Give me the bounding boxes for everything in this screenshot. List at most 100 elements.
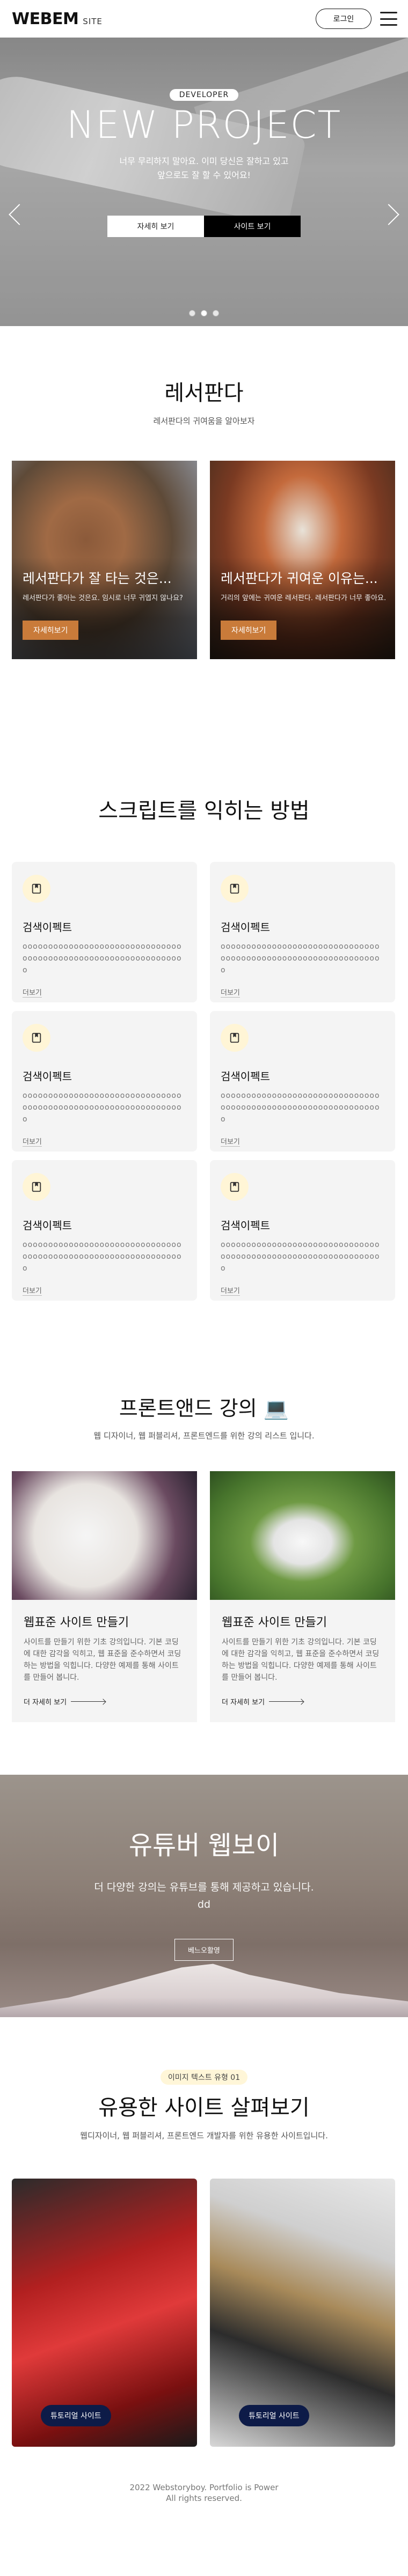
footer-copyright: 2022 Webstoryboy. Portfolio is Power (129, 2483, 279, 2492)
script-card-more-link[interactable]: 더보기 (221, 987, 240, 998)
frontend-section-description: 웹 디자이너, 웹 퍼블리셔, 프론트엔드를 위한 강의 리스트 입니다. (93, 1431, 315, 1441)
course-card-more-link[interactable]: 더 자세히 보기 (222, 1696, 383, 1707)
panda-card-text: 레서판다가 귀여운 이유는... 거리의 앞에는 귀여운 레서판다. 레서판다가… (221, 568, 387, 640)
logo-main-text: WEBEM (12, 9, 79, 28)
course-card[interactable]: 웹표준 사이트 만들기 사이트를 만들기 위한 기초 강의입니다. 기본 코딩에… (12, 1471, 197, 1722)
sites-section: 이미지 텍스트 유형 01 유용한 사이트 살펴보기 웹디자이너, 웹 퍼블리셔… (0, 2017, 408, 2447)
bookmark-icon (23, 875, 50, 903)
hero-detail-button[interactable]: 자세히 보기 (107, 216, 204, 237)
course-card[interactable]: 웹표준 사이트 만들기 사이트를 만들기 위한 기초 강의입니다. 기본 코딩에… (210, 1471, 395, 1722)
course-card-more-label: 더 자세히 보기 (222, 1699, 265, 1707)
script-card-description: oooooooooooooooooooooooooooooooooooooooo… (221, 942, 380, 975)
bookmark-icon (221, 1024, 249, 1052)
script-card-more-link[interactable]: 더보기 (23, 1136, 42, 1147)
script-card-more-link[interactable]: 더보기 (23, 1285, 42, 1296)
site-footer: 2022 Webstoryboy. Portfolio is Power All… (0, 2482, 408, 2525)
script-card: 검색이펙트 oooooooooooooooooooooooooooooooooo… (12, 1011, 197, 1152)
sites-section-badge: 이미지 텍스트 유형 01 (160, 2070, 248, 2085)
site-card[interactable]: 튜토리얼 사이트 (12, 2179, 197, 2447)
script-card-description: oooooooooooooooooooooooooooooooooooooooo… (221, 1091, 380, 1124)
panda-card-button[interactable]: 자세히보기 (221, 621, 277, 640)
course-card-body: 웹표준 사이트 만들기 사이트를 만들기 위한 기초 강의입니다. 기본 코딩에… (12, 1600, 197, 1719)
course-card-more-label: 더 자세히 보기 (24, 1699, 67, 1707)
script-card-more-link[interactable]: 더보기 (23, 987, 42, 998)
youtube-banner-content: 유튜버 웹보이 더 다양한 강의는 유튜브를 통해 제공하고 있습니다. dd … (0, 1824, 408, 1961)
course-card-description: 사이트를 만들기 위한 기초 강의입니다. 기본 코딩에 대한 감각을 익히고,… (24, 1638, 181, 1682)
panda-card-description: 레서판다가 좋아는 것은요. 임시로 너무 귀엽지 않나요? (23, 594, 183, 602)
slider-dot-active[interactable] (201, 310, 207, 316)
panda-card[interactable]: 레서판다가 잘 타는 것은... 레서판다가 좋아는 것은요. 임시로 너무 귀… (12, 461, 197, 659)
course-card-more-link[interactable]: 더 자세히 보기 (24, 1696, 185, 1707)
hero-badge: DEVELOPER (169, 89, 239, 101)
panda-card-text: 레서판다가 잘 타는 것은... 레서판다가 좋아는 것은요. 임시로 너무 귀… (23, 568, 188, 640)
script-card-title: 검색이펙트 (221, 1070, 270, 1083)
panda-card[interactable]: 레서판다가 귀여운 이유는... 거리의 앞에는 귀여운 레서판다. 레서판다가… (210, 461, 395, 659)
frontend-section: 프론트앤드 강의 💻 웹 디자이너, 웹 퍼블리셔, 프론트엔드를 위한 강의 … (0, 1301, 408, 1722)
script-card-description: oooooooooooooooooooooooooooooooooooooooo… (221, 1241, 380, 1273)
bookmark-icon (221, 875, 249, 903)
logo[interactable]: WEBEM SITE (12, 10, 103, 28)
hero-description-line1: 너무 무리하지 말아요. 이미 당신은 잘하고 있고 (119, 156, 289, 166)
script-card-more-link[interactable]: 더보기 (221, 1136, 240, 1147)
panda-card-button[interactable]: 자세히보기 (23, 621, 79, 640)
footer-rights: All rights reserved. (166, 2493, 242, 2503)
panda-card-description: 거리의 앞에는 귀여운 레서판다. 레서판다가 너무 좋아요. (221, 594, 387, 602)
script-card-title: 검색이펙트 (221, 921, 270, 934)
youtube-banner: 유튜버 웹보이 더 다양한 강의는 유튜브를 통해 제공하고 있습니다. dd … (0, 1775, 408, 2017)
sites-badge-wrap: 이미지 텍스트 유형 01 (0, 2070, 408, 2085)
script-card-title: 검색이펙트 (23, 1070, 72, 1083)
bookmark-icon (23, 1173, 50, 1201)
slider-pagination (0, 310, 408, 316)
youtube-banner-title: 유튜버 웹보이 (128, 1830, 280, 1861)
panda-section-description: 레서판다의 귀여움을 알아보자 (153, 416, 255, 426)
logo-sub-text: SITE (83, 16, 103, 26)
script-card-description: oooooooooooooooooooooooooooooooooooooooo… (23, 942, 182, 975)
sites-card-list: 튜토리얼 사이트 튜토리얼 사이트 (0, 2179, 408, 2447)
script-card-more-link[interactable]: 더보기 (221, 1285, 240, 1296)
script-card-title: 검색이펙트 (221, 1219, 270, 1232)
hero-description-line2: 앞으로도 잘 할 수 있어요! (157, 170, 251, 180)
script-section: 스크립트를 익히는 방법 검색이펙트 ooooooooooooooooooooo… (0, 659, 408, 1301)
script-card-description: oooooooooooooooooooooooooooooooooooooooo… (23, 1241, 182, 1273)
youtube-banner-button[interactable]: 베느오활영 (174, 1939, 234, 1961)
hero-title: NEW PROJECT (66, 103, 342, 147)
panda-card-title: 레서판다가 잘 타는 것은... (23, 571, 172, 586)
course-card-body: 웹표준 사이트 만들기 사이트를 만들기 위한 기초 강의입니다. 기본 코딩에… (210, 1600, 395, 1719)
bookmark-icon (221, 1173, 249, 1201)
script-card: 검색이펙트 oooooooooooooooooooooooooooooooooo… (210, 862, 395, 1002)
panda-section-title: 레서판다 (164, 381, 244, 405)
panda-card-list: 레서판다가 잘 타는 것은... 레서판다가 좋아는 것은요. 임시로 너무 귀… (0, 461, 408, 659)
script-card-title: 검색이펙트 (23, 1219, 72, 1232)
frontend-card-list: 웹표준 사이트 만들기 사이트를 만들기 위한 기초 강의입니다. 기본 코딩에… (0, 1471, 408, 1722)
script-card-title: 검색이펙트 (23, 921, 72, 934)
hero-site-button[interactable]: 사이트 보기 (204, 216, 301, 237)
script-card-description: oooooooooooooooooooooooooooooooooooooooo… (23, 1091, 182, 1124)
arrow-right-icon (71, 1701, 106, 1702)
script-card: 검색이펙트 oooooooooooooooooooooooooooooooooo… (12, 862, 197, 1002)
script-card: 검색이펙트 oooooooooooooooooooooooooooooooooo… (210, 1160, 395, 1301)
panda-section: 레서판다 레서판다의 귀여움을 알아보자 레서판다가 잘 타는 것은... 레서… (0, 326, 408, 659)
site-card-button[interactable]: 튜토리얼 사이트 (41, 2405, 111, 2426)
script-card-grid: 검색이펙트 oooooooooooooooooooooooooooooooooo… (0, 862, 408, 1301)
script-card: 검색이펙트 oooooooooooooooooooooooooooooooooo… (12, 1160, 197, 1301)
sites-section-description: 웹디자이너, 웹 퍼블리셔, 프론트엔드 개발자를 위한 유용한 사이트입니다. (80, 2131, 328, 2140)
script-section-title: 스크립트를 익히는 방법 (98, 799, 310, 823)
youtube-banner-description-line1: 더 다양한 강의는 유튜브를 통해 제공하고 있습니다. (94, 1881, 314, 1893)
login-button[interactable]: 로그인 (316, 9, 371, 29)
sites-section-title: 유용한 사이트 살펴보기 (98, 2095, 310, 2120)
course-card-description: 사이트를 만들기 위한 기초 강의입니다. 기본 코딩에 대한 감각을 익히고,… (222, 1638, 380, 1682)
bookmark-icon (23, 1024, 50, 1052)
slider-dot[interactable] (189, 310, 195, 316)
hamburger-menu-icon[interactable] (380, 12, 397, 26)
site-card[interactable]: 튜토리얼 사이트 (210, 2179, 395, 2447)
hero-content: DEVELOPER NEW PROJECT 너무 무리하지 말아요. 이미 당신… (0, 89, 408, 237)
slider-dot[interactable] (213, 310, 219, 316)
script-card: 검색이펙트 oooooooooooooooooooooooooooooooooo… (210, 1011, 395, 1152)
course-card-image (210, 1471, 395, 1600)
site-card-button[interactable]: 튜토리얼 사이트 (239, 2405, 309, 2426)
hero-buttons: 자세히 보기 사이트 보기 (0, 216, 408, 237)
course-card-image (12, 1471, 197, 1600)
hero-slider: DEVELOPER NEW PROJECT 너무 무리하지 말아요. 이미 당신… (0, 38, 408, 326)
site-header: WEBEM SITE 로그인 (0, 0, 408, 38)
arrow-right-icon (269, 1701, 304, 1702)
